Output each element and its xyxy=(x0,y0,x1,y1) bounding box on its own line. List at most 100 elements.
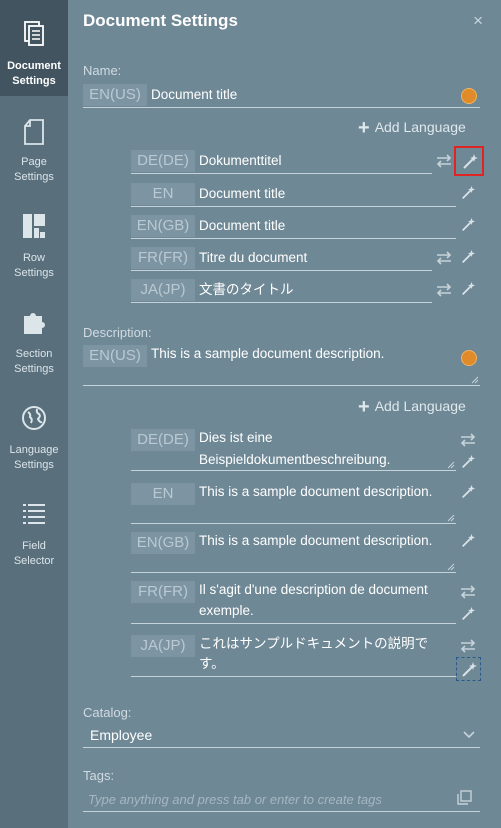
translation-input[interactable]: Titre du document xyxy=(199,248,307,268)
globe-icon xyxy=(22,406,46,430)
sidebar-label: Document xyxy=(7,60,61,72)
translation-input[interactable]: Document title xyxy=(199,184,285,204)
magic-wand-icon[interactable] xyxy=(459,606,477,622)
sidebar-label: Settings xyxy=(14,171,54,183)
translation-line[interactable]: Dies ist eine xyxy=(199,428,273,448)
name-input[interactable]: Document title xyxy=(151,85,237,105)
magic-wand-icon[interactable] xyxy=(459,249,477,265)
document-icon xyxy=(24,21,44,46)
globe-icon[interactable] xyxy=(461,88,477,104)
sidebar-item-document-settings[interactable]: Document Settings xyxy=(0,0,68,96)
translation-underline xyxy=(131,470,456,471)
translation-line[interactable]: This is a sample document description. xyxy=(199,531,432,551)
translation-underline xyxy=(131,270,432,271)
translation-line[interactable]: これはサンプルドキュメントの説明で xyxy=(199,634,428,654)
add-language-label: Add Language xyxy=(374,398,466,414)
language-tag: EN(GB) xyxy=(131,532,195,554)
language-tag: FR(FR) xyxy=(131,581,195,603)
sidebar-label: Settings xyxy=(14,459,54,471)
translation-underline xyxy=(131,523,456,524)
magic-wand-icon[interactable] xyxy=(459,217,477,233)
magic-wand-button-highlighted[interactable] xyxy=(454,146,484,176)
language-tag: DE(DE) xyxy=(131,429,195,451)
list-icon xyxy=(23,504,45,524)
translation-underline xyxy=(131,572,456,573)
translation-underline xyxy=(131,173,432,174)
swap-icon[interactable] xyxy=(435,153,453,169)
panel-title: Document Settings xyxy=(83,11,238,30)
swap-icon[interactable] xyxy=(459,638,477,654)
add-language-button[interactable]: + Add Language xyxy=(358,396,466,419)
resize-handle-icon[interactable] xyxy=(471,376,479,384)
magic-wand-icon xyxy=(462,662,477,677)
language-tag: EN xyxy=(131,483,195,505)
resize-handle-icon[interactable] xyxy=(447,563,455,571)
plus-icon: + xyxy=(358,396,370,418)
language-tag: EN(US) xyxy=(83,345,147,367)
sidebar-item-section-settings[interactable]: Section Settings xyxy=(0,288,68,384)
sidebar-item-field-selector[interactable]: Field Selector xyxy=(0,480,68,576)
add-language-button[interactable]: + Add Language xyxy=(358,117,466,140)
chevron-down-icon[interactable] xyxy=(463,731,475,739)
language-tag: DE(DE) xyxy=(131,150,195,172)
swap-icon[interactable] xyxy=(459,584,477,600)
sidebar-label: Section xyxy=(15,348,53,360)
magic-wand-icon[interactable] xyxy=(459,281,477,297)
magic-wand-icon[interactable] xyxy=(459,533,477,549)
magic-wand-button-focused[interactable] xyxy=(456,657,481,681)
document-settings-panel: Document Settings × Name: EN(US) Documen… xyxy=(68,0,501,828)
translation-underline xyxy=(131,676,456,677)
swap-icon[interactable] xyxy=(459,432,477,448)
swap-icon[interactable] xyxy=(435,282,453,298)
sidebar-item-row-settings[interactable]: Row Settings xyxy=(0,192,68,288)
close-icon[interactable]: × xyxy=(473,11,483,31)
translation-input[interactable]: 文書のタイトル xyxy=(199,280,294,300)
add-language-label: Add Language xyxy=(374,119,466,135)
translation-line[interactable]: Il s'agit d'une description de document xyxy=(199,580,428,600)
magic-wand-icon[interactable] xyxy=(459,185,477,201)
magic-wand-icon xyxy=(463,154,478,169)
copy-icon[interactable] xyxy=(457,790,472,805)
sidebar-label: Settings xyxy=(12,75,56,87)
sidebar-label: Field xyxy=(22,540,46,552)
sidebar-label: Settings xyxy=(14,363,54,375)
translation-line[interactable]: This is a sample document description. xyxy=(199,482,432,502)
magic-wand-icon[interactable] xyxy=(459,484,477,500)
sidebar-label: Settings xyxy=(14,267,54,279)
puzzle-icon xyxy=(24,313,45,334)
description-label: Description: xyxy=(83,325,152,340)
tags-input[interactable]: Type anything and press tab or enter to … xyxy=(88,792,382,807)
translation-line[interactable]: exemple. xyxy=(199,601,254,621)
translation-input[interactable]: Document title xyxy=(199,216,285,236)
sidebar-label: Page xyxy=(21,156,47,168)
sidebar: Document Settings Page Settings Row Sett… xyxy=(0,0,68,828)
translation-input[interactable]: Dokumenttitel xyxy=(199,151,282,171)
catalog-select[interactable]: Employee xyxy=(90,725,152,745)
translation-underline xyxy=(131,238,456,239)
tags-underline xyxy=(83,811,480,812)
sidebar-item-language-settings[interactable]: Language Settings xyxy=(0,384,68,480)
translation-line[interactable]: す。 xyxy=(199,654,225,674)
row-icon xyxy=(23,214,45,238)
language-tag: EN(US) xyxy=(83,84,147,106)
sidebar-label: Language xyxy=(9,444,59,456)
magic-wand-icon[interactable] xyxy=(459,454,477,470)
resize-handle-icon[interactable] xyxy=(447,514,455,522)
translation-line[interactable]: Beispieldokumentbeschreibung. xyxy=(199,450,390,470)
description-underline xyxy=(83,385,480,386)
translation-underline xyxy=(131,623,456,624)
swap-icon[interactable] xyxy=(435,250,453,266)
resize-handle-icon[interactable] xyxy=(447,461,455,469)
globe-icon[interactable] xyxy=(461,350,477,366)
catalog-underline xyxy=(83,747,480,748)
language-tag: JA(JP) xyxy=(131,635,195,657)
catalog-label: Catalog: xyxy=(83,705,132,720)
description-input[interactable]: This is a sample document description. xyxy=(151,344,384,364)
translation-underline xyxy=(131,206,456,207)
translation-underline xyxy=(131,302,432,303)
language-tag: EN(GB) xyxy=(131,215,195,237)
language-tag: EN xyxy=(131,183,195,205)
sidebar-item-page-settings[interactable]: Page Settings xyxy=(0,96,68,192)
language-tag: JA(JP) xyxy=(131,279,195,301)
sidebar-label: Selector xyxy=(13,555,55,567)
